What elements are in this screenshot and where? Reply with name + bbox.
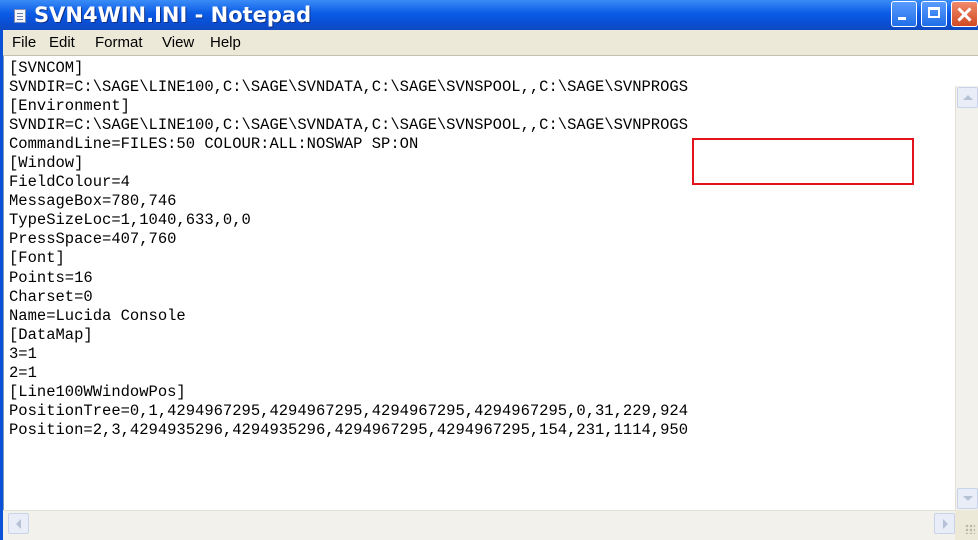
resize-grip-icon[interactable] xyxy=(965,524,975,534)
text-line: SVNDIR=C:\SAGE\LINE100,C:\SAGE\SVNDATA,C… xyxy=(9,78,689,97)
menu-edit[interactable]: Edit xyxy=(49,34,75,52)
scroll-right-arrow-icon xyxy=(943,519,948,529)
menu-view[interactable]: View xyxy=(162,34,194,52)
text-line: [SVNCOM] xyxy=(9,59,84,77)
menu-bar: File Edit Format View Help xyxy=(3,30,978,56)
text-line: [Font] xyxy=(9,249,65,268)
text-line: SVNDIR=C:\SAGE\LINE100,C:\SAGE\SVNDATA,C… xyxy=(9,116,689,135)
text-line: 3=1 xyxy=(9,344,37,363)
horizontal-scrollbar[interactable] xyxy=(3,510,955,540)
minimize-button[interactable] xyxy=(891,1,917,27)
text-line: [Line100WWindowPos] xyxy=(9,382,186,401)
notepad-icon[interactable] xyxy=(14,9,26,23)
text-line: PositionTree=0,1,4294967295,4294967295,4… xyxy=(9,401,689,420)
scroll-right-button[interactable] xyxy=(934,513,955,534)
text-line: [Environment] xyxy=(9,97,130,116)
text-line: PressSpace=407,760 xyxy=(9,230,177,249)
text-content[interactable]: [SVNCOM] SVNDIR=C:\SAGE\LINE100,C:\SAGE\… xyxy=(9,59,949,491)
scroll-down-arrow-icon xyxy=(963,496,973,501)
maximize-button[interactable] xyxy=(921,1,947,27)
menu-help[interactable]: Help xyxy=(210,34,241,52)
resize-corner[interactable] xyxy=(955,510,978,540)
vertical-scrollbar[interactable] xyxy=(955,86,978,510)
title-bar[interactable]: SVN4WIN.INI - Notepad xyxy=(0,0,978,30)
text-line: Points=16 xyxy=(9,268,93,287)
text-line: Charset=0 xyxy=(9,287,93,306)
highlight-box-svnprogs xyxy=(692,138,914,185)
menu-format[interactable]: Format xyxy=(95,34,143,52)
text-line: TypeSizeLoc=1,1040,633,0,0 xyxy=(9,211,251,230)
scroll-up-button[interactable] xyxy=(957,87,978,108)
window-title: SVN4WIN.INI - Notepad xyxy=(34,3,312,27)
text-line: Position=2,3,4294935296,4294935296,42949… xyxy=(9,420,689,439)
text-editor[interactable]: [SVNCOM] SVNDIR=C:\SAGE\LINE100,C:\SAGE\… xyxy=(3,56,978,540)
scroll-left-button[interactable] xyxy=(8,513,29,534)
scroll-down-button[interactable] xyxy=(957,488,978,509)
scroll-left-arrow-icon xyxy=(16,519,21,529)
notepad-window: SVN4WIN.INI - Notepad File Edit Format V… xyxy=(0,0,978,540)
close-button[interactable] xyxy=(951,1,978,27)
scroll-up-arrow-icon xyxy=(963,95,973,100)
text-line: [DataMap] xyxy=(9,325,93,344)
menu-file[interactable]: File xyxy=(12,34,36,52)
text-line: 2=1 xyxy=(9,363,37,382)
text-line: Name=Lucida Console xyxy=(9,306,186,325)
text-line: MessageBox=780,746 xyxy=(9,192,177,211)
